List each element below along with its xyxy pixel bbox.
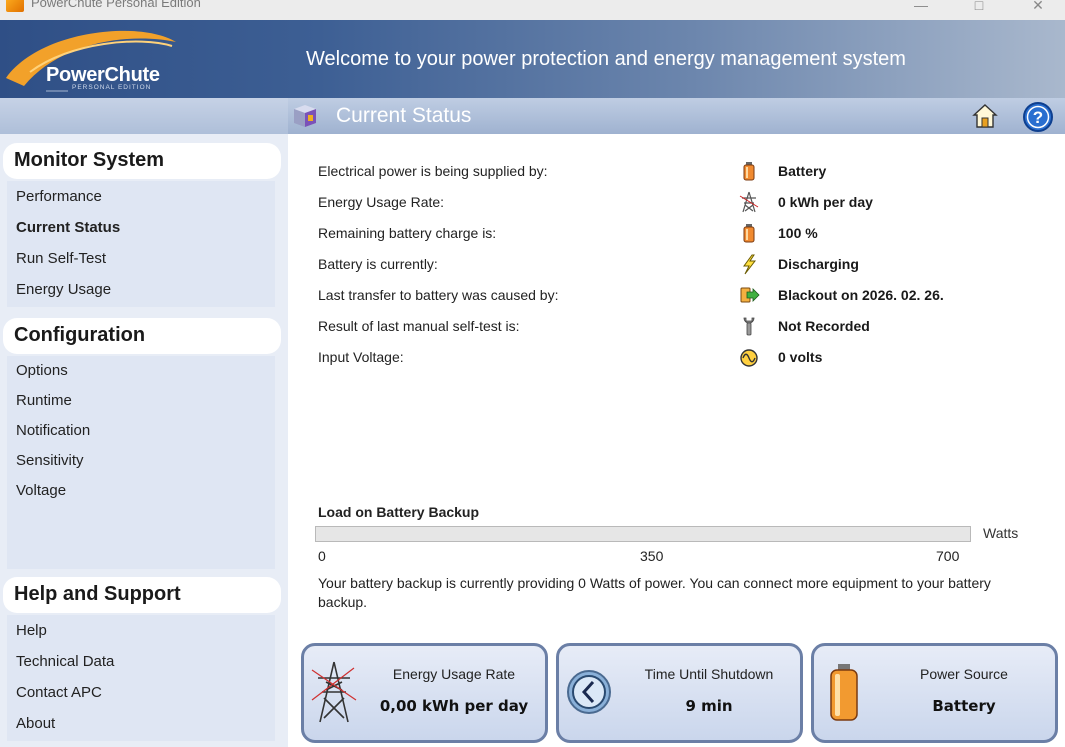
card-value: 9 min	[685, 697, 733, 715]
card-energy-usage-rate: Energy Usage Rate 0,00 kWh per day	[301, 643, 548, 743]
power-tower-icon	[739, 191, 759, 213]
load-tick-max: 700	[936, 548, 960, 564]
app-icon	[6, 0, 24, 12]
window-titlebar: PowerChute Personal Edition — □ ✕	[0, 0, 1065, 20]
status-value: Discharging	[778, 256, 859, 272]
lightning-icon	[743, 254, 757, 275]
status-label: Result of last manual self-test is:	[318, 318, 520, 334]
clock-icon	[567, 670, 611, 714]
sidebar-item-run-self-test[interactable]: Run Self-Test	[7, 243, 275, 274]
sidebar-item-options[interactable]: Options	[7, 356, 275, 386]
card-title: Time Until Shutdown	[644, 666, 774, 682]
help-icon[interactable]: ?	[1022, 101, 1054, 133]
window-title: PowerChute Personal Edition	[31, 0, 201, 10]
status-value: Battery	[778, 163, 827, 179]
load-note: Your battery backup is currently providi…	[318, 575, 991, 610]
status-row: Energy Usage Rate: 0 kWh per day	[318, 187, 1058, 218]
card-title: Energy Usage Rate	[392, 666, 516, 682]
status-value: Not Recorded	[778, 318, 870, 334]
status-value: 0 kWh per day	[778, 194, 873, 210]
card-time-until-shutdown: Time Until Shutdown 9 min	[556, 643, 803, 743]
status-label: Remaining battery charge is:	[318, 225, 497, 241]
voltage-icon	[740, 349, 758, 367]
status-label: Electrical power is being supplied by:	[318, 163, 548, 179]
page-toolbar: Current Status ?	[0, 98, 1065, 134]
sidebar: Monitor System Performance Current Statu…	[0, 134, 288, 747]
status-row: Remaining battery charge is: 100 %	[318, 218, 1058, 249]
status-label: Energy Usage Rate:	[318, 194, 445, 210]
battery-icon	[830, 664, 858, 721]
main-content: Electrical power is being supplied by: B…	[288, 134, 1065, 747]
status-value: Blackout on 2026. 02. 26.	[778, 287, 944, 303]
sidebar-item-performance[interactable]: Performance	[7, 181, 275, 212]
close-button[interactable]: ✕	[1015, 0, 1061, 16]
sidebar-item-contact-apc[interactable]: Contact APC	[7, 677, 275, 708]
power-tower-icon	[311, 661, 357, 723]
section-monitor-system: Monitor System	[3, 143, 281, 179]
card-value: 0,00 kWh per day	[379, 697, 529, 715]
welcome-banner: Welcome to your power protection and ene…	[306, 48, 906, 70]
card-value: Battery	[932, 697, 996, 715]
cube-icon	[294, 105, 316, 127]
sidebar-item-runtime[interactable]: Runtime	[7, 386, 275, 416]
transfer-icon	[740, 287, 760, 303]
configuration-items: Options Runtime Notification Sensitivity…	[7, 356, 275, 569]
sidebar-item-notification[interactable]: Notification	[7, 416, 275, 446]
home-icon[interactable]	[972, 103, 998, 129]
sidebar-item-voltage[interactable]: Voltage	[7, 476, 275, 506]
card-title: Power Source	[920, 666, 1008, 682]
maximize-button[interactable]: □	[956, 0, 1002, 16]
status-label: Input Voltage:	[318, 349, 404, 365]
sidebar-item-about[interactable]: About	[7, 708, 275, 739]
help-items: Help Technical Data Contact APC About	[7, 615, 275, 741]
status-row: Electrical power is being supplied by: B…	[318, 156, 1058, 187]
svg-text:?: ?	[1033, 108, 1043, 127]
sidebar-item-energy-usage[interactable]: Energy Usage	[7, 274, 275, 305]
section-configuration: Configuration	[3, 318, 281, 354]
status-row: Battery is currently: Discharging	[318, 249, 1058, 280]
load-tick-mid: 350	[640, 548, 664, 564]
status-value: 0 volts	[778, 349, 823, 365]
sidebar-item-help[interactable]: Help	[7, 615, 275, 646]
load-unit: Watts	[983, 525, 1019, 541]
status-row: Input Voltage: 0 volts	[318, 342, 1058, 373]
app-header: PowerChute PERSONAL EDITION Welcome to y…	[0, 20, 1065, 98]
logo-subtitle: PERSONAL EDITION	[72, 84, 152, 91]
status-row: Result of last manual self-test is: Not …	[318, 311, 1058, 342]
status-value: 100 %	[778, 225, 818, 241]
sidebar-item-current-status[interactable]: Current Status	[7, 212, 275, 243]
battery-icon	[743, 224, 755, 243]
battery-icon	[743, 162, 755, 181]
powerchute-logo: PowerChute PERSONAL EDITION	[0, 20, 288, 98]
load-title: Load on Battery Backup	[318, 504, 480, 520]
sidebar-item-technical-data[interactable]: Technical Data	[7, 646, 275, 677]
status-label: Battery is currently:	[318, 256, 438, 272]
status-label: Last transfer to battery was caused by:	[318, 287, 559, 303]
load-tick-min: 0	[318, 548, 326, 564]
minimize-button[interactable]: —	[898, 0, 944, 16]
card-power-source: Power Source Battery	[811, 643, 1058, 743]
page-title: Current Status	[336, 104, 472, 127]
wrench-icon	[743, 317, 755, 336]
status-row: Last transfer to battery was caused by: …	[318, 280, 1058, 311]
sidebar-item-sensitivity[interactable]: Sensitivity	[7, 446, 275, 476]
monitor-items: Performance Current Status Run Self-Test…	[7, 181, 275, 307]
section-help-and-support: Help and Support	[3, 577, 281, 613]
load-progress-bar	[315, 526, 971, 542]
